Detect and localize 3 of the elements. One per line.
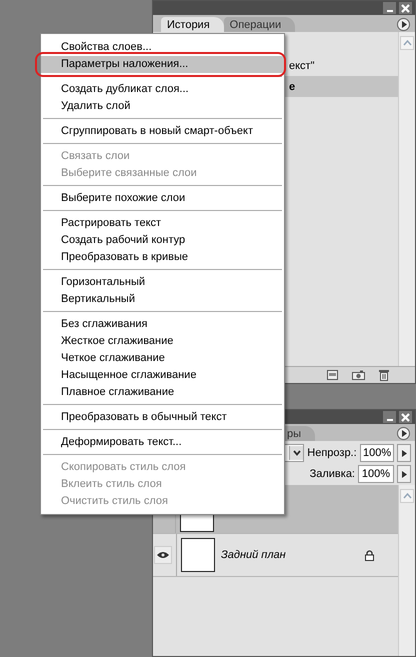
layer-name: Задний план bbox=[221, 549, 287, 561]
fill-label: Заливка: bbox=[310, 468, 355, 480]
opacity-label: Непрозр.: bbox=[307, 447, 357, 459]
